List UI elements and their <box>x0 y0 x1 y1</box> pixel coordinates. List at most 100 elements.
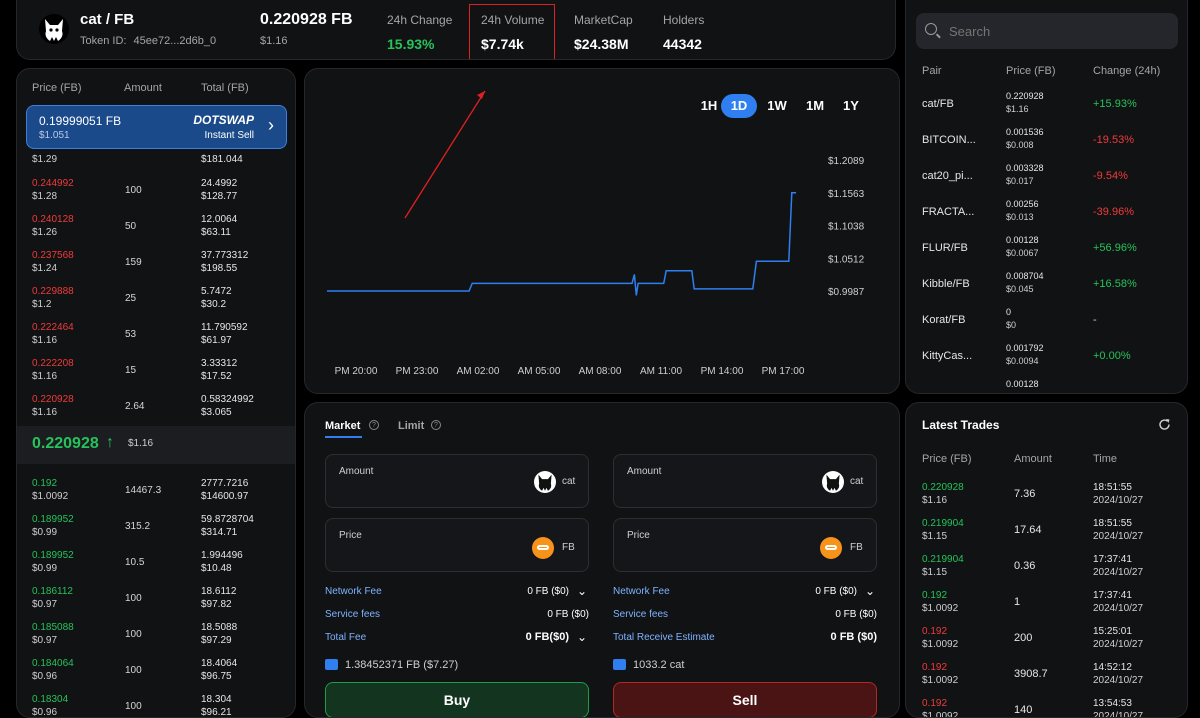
order-total-usd: $17.52 <box>201 371 232 382</box>
pair-row[interactable]: FLUR/FB 0.00128 $0.0067 +56.96% <box>922 231 1172 267</box>
order-total: 2777.7216 $14600.97 <box>201 477 248 503</box>
fee-value: 0 FB ($0) <box>830 631 877 643</box>
stat-label: 24h Volume <box>481 13 545 27</box>
trade-price-usd: $1.16 <box>922 495 948 506</box>
order-price-usd: $0.99 <box>32 527 58 538</box>
pair-row[interactable]: 0.00128 <box>922 375 1172 393</box>
pair-row[interactable]: cat/FB 0.220928 $1.16 +15.93% <box>922 87 1172 123</box>
sell-amount-input[interactable]: Amount cat <box>613 454 877 508</box>
pair-name: cat20_pi... <box>922 170 973 182</box>
ask-row[interactable]: 0.222464 $1.16 53 11.790592 $61.97 <box>17 316 295 352</box>
order-price-value: 0.244992 <box>32 178 74 189</box>
order-price-usd: $1.24 <box>32 263 58 274</box>
market-info-icon[interactable]: ? <box>369 420 379 430</box>
fee-label: Service fees <box>325 609 381 620</box>
pair-price-usd: $0.013 <box>1006 212 1034 222</box>
dotswap-brand: DOTSWAP <box>193 113 254 127</box>
cat-token-icon <box>534 471 556 493</box>
ask-row[interactable]: 0.237568 $1.24 159 37.773312 $198.55 <box>17 244 295 280</box>
order-total-usd: $61.97 <box>201 335 232 346</box>
pair-price-value: 0.008704 <box>1006 271 1044 281</box>
trade-price-value: 0.220928 <box>922 482 964 493</box>
trade-row: 0.220928 $1.16 7.36 18:51:55 2024/10/27 <box>922 476 1172 512</box>
tab-limit[interactable]: Limit <box>398 420 424 432</box>
bid-row[interactable]: 0.184064 $0.96 100 18.4064 $96.75 <box>17 652 295 688</box>
pair-name: BITCOIN... <box>922 134 976 146</box>
order-price: 0.189952 $0.99 <box>32 513 74 539</box>
trade-price-usd: $1.0092 <box>922 711 959 718</box>
pair-change: +16.58% <box>1093 278 1137 290</box>
input-label: Price <box>627 530 650 541</box>
pair-row[interactable]: KittyCas... 0.001792 $0.0094 +0.00% <box>922 339 1172 375</box>
buy-total-fee[interactable]: Total Fee 0 FB($0) ⌄ <box>325 630 589 644</box>
annotation-arrow-head <box>477 91 485 99</box>
order-total-value: 1.994496 <box>201 550 243 561</box>
token-id-value[interactable]: 45ee72...2d6b_0 <box>134 35 217 47</box>
pair-change: -9.54% <box>1093 170 1128 182</box>
search-box[interactable] <box>916 13 1178 49</box>
order-total: 11.790592 $61.97 <box>201 321 248 347</box>
sell-service-fee: Service fees 0 FB ($0) <box>613 609 877 620</box>
header-price: 0.220928 FB <box>260 11 353 28</box>
refresh-icon[interactable] <box>1158 418 1171 431</box>
sell-price-input[interactable]: Price FB <box>613 518 877 572</box>
order-total-value: 37.773312 <box>201 250 249 261</box>
order-total-usd: $10.48 <box>201 563 232 574</box>
ask-row[interactable]: 0.229888 $1.2 25 5.7472 $30.2 <box>17 280 295 316</box>
fb-token-icon <box>532 537 554 559</box>
price-chart[interactable]: $1.2089 $1.1563 $1.1038 $1.0512 $0.9987 PM 2… <box>305 69 900 394</box>
bid-row[interactable]: 0.189952 $0.99 10.5 1.994496 $10.48 <box>17 544 295 580</box>
limit-info-icon[interactable]: ? <box>431 420 441 430</box>
order-book: Price (FB) Amount Total (FB) $1.29 115 $… <box>16 68 296 718</box>
order-amount: 159 <box>125 257 142 268</box>
sell-total-receive: Total Receive Estimate 0 FB ($0) <box>613 631 877 643</box>
dotswap-instant-sell-button[interactable]: 0.19999051 FB $1.051 DOTSWAP Instant Sel… <box>26 105 287 149</box>
order-price-value: 0.185088 <box>32 622 74 633</box>
trade-row: 0.192 $1.0092 3908.7 14:52:12 2024/10/27 <box>922 656 1172 692</box>
trade-row: 0.192 $1.0092 140 13:54:53 2024/10/27 <box>922 692 1172 718</box>
order-price: 0.229888 $1.2 <box>32 285 74 311</box>
bid-row[interactable]: 0.192 $1.0092 14467.3 2777.7216 $14600.97 <box>17 472 295 508</box>
pair-price-usd: $0.008 <box>1006 140 1034 150</box>
sell-button[interactable]: Sell <box>613 682 877 717</box>
trade-price: 0.219904 $1.15 <box>922 553 964 579</box>
buy-network-fee[interactable]: Network Fee 0 FB ($0) ⌄ <box>325 584 589 598</box>
trade-price-usd: $1.15 <box>922 567 948 578</box>
chevron-down-icon: ⌄ <box>576 584 587 598</box>
ask-row[interactable]: 0.244992 $1.28 100 24.4992 $128.77 <box>17 172 295 208</box>
pair-row[interactable]: Korat/FB 0 $0- <box>922 303 1172 339</box>
ask-row[interactable]: 0.222208 $1.16 15 3.33312 $17.52 <box>17 352 295 388</box>
pair-row[interactable]: BITCOIN... 0.001536 $0.008 -19.53% <box>922 123 1172 159</box>
order-total-usd: $96.21 <box>201 707 232 718</box>
order-price-usd: $1.16 <box>32 371 58 382</box>
search-input[interactable] <box>949 22 1159 40</box>
bid-row[interactable]: 0.186112 $0.97 100 18.6112 $97.82 <box>17 580 295 616</box>
pair-row[interactable]: Kibble/FB 0.008704 $0.045 +16.58% <box>922 267 1172 303</box>
buy-price-input[interactable]: Price FB <box>325 518 589 572</box>
cat-token-icon <box>822 471 844 493</box>
pair-row[interactable]: cat20_pi... 0.003328 $0.017 -9.54% <box>922 159 1172 195</box>
ask-row[interactable]: 0.220928 $1.16 2.64 0.58324992 $3.065 <box>17 388 295 424</box>
tab-market[interactable]: Market <box>325 420 360 432</box>
fee-value: 0 FB ($0) <box>527 586 569 597</box>
bid-row[interactable]: 0.185088 $0.97 100 18.5088 $97.29 <box>17 616 295 652</box>
pair-price: 0.001792 $0.0094 <box>1006 342 1044 368</box>
bid-row[interactable]: 0.18304 $0.96 100 18.304 $96.21 <box>17 688 295 718</box>
fee-value: 0 FB ($0) <box>547 609 589 620</box>
order-total: 18.6112 $97.82 <box>201 585 236 611</box>
ask-row[interactable]: 0.240128 $1.26 50 12.0064 $63.11 <box>17 208 295 244</box>
order-total-usd: $314.71 <box>201 527 238 538</box>
pair-row[interactable]: FRACTA... 0.00256 $0.013 -39.96% <box>922 195 1172 231</box>
sell-network-fee[interactable]: Network Fee 0 FB ($0) ⌄ <box>613 584 877 598</box>
pairs-header-price: Price (FB) <box>1006 65 1056 77</box>
order-price-usd: $1.0092 <box>32 491 69 502</box>
buy-button[interactable]: Buy <box>325 682 589 717</box>
bid-row[interactable]: 0.189952 $0.99 315.2 59.8728704 $314.71 <box>17 508 295 544</box>
order-total: 3.33312 $17.52 <box>201 357 237 383</box>
chevron-down-icon: ⌄ <box>576 630 587 644</box>
token-id: Token ID: 45ee72...2d6b_0 <box>80 35 216 47</box>
order-total: 0.58324992 $3.065 <box>201 393 254 419</box>
wallet-icon <box>325 659 338 670</box>
trade-price-value: 0.192 <box>922 626 948 637</box>
buy-amount-input[interactable]: Amount cat <box>325 454 589 508</box>
